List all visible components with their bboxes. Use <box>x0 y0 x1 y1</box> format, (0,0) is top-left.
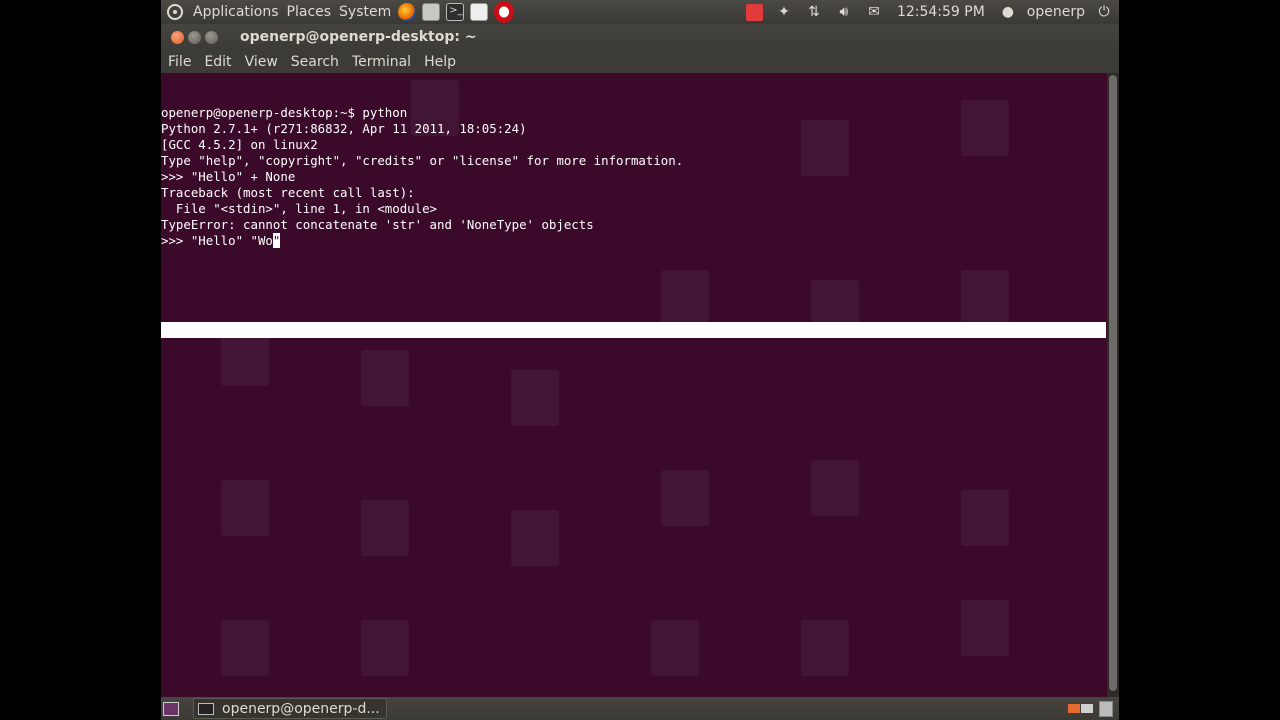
firefox-icon[interactable] <box>398 3 417 21</box>
menu-bar: File Edit View Search Terminal Help <box>161 50 1119 73</box>
terminal-line: >>> "Hello" + None <box>161 169 296 184</box>
scrollbar-thumb[interactable] <box>1109 75 1117 691</box>
terminal-area[interactable]: openerp@openerp-desktop:~$ python Python … <box>161 73 1107 697</box>
terminal-icon[interactable]: >_ <box>446 3 465 21</box>
terminal-line: TypeError: cannot concatenate 'str' and … <box>161 217 594 232</box>
system-menu[interactable]: System <box>335 0 395 24</box>
user-name[interactable]: openerp <box>1023 0 1089 24</box>
maximize-button[interactable] <box>205 30 218 44</box>
mail-icon[interactable]: ✉ <box>865 3 883 21</box>
terminal-line: Python 2.7.1+ (r271:86832, Apr 11 2011, … <box>161 121 527 136</box>
menu-view[interactable]: View <box>239 54 284 70</box>
window-title: openerp@openerp-desktop: ~ <box>240 29 477 45</box>
taskbar-terminal-button[interactable]: openerp@openerp-d... <box>193 698 387 719</box>
terminal-line: File "<stdin>", line 1, in <module> <box>161 201 438 216</box>
clock[interactable]: 12:54:59 PM <box>889 4 993 20</box>
text-cursor: " <box>272 233 281 248</box>
user-status-icon[interactable]: ● <box>999 3 1017 21</box>
ubuntu-logo-icon[interactable] <box>167 4 183 20</box>
workspace-switcher[interactable] <box>1067 704 1093 713</box>
workspace-1[interactable] <box>1068 704 1080 713</box>
menu-search[interactable]: Search <box>285 54 345 70</box>
taskbar-label: openerp@openerp-d... <box>222 700 380 717</box>
menu-terminal[interactable]: Terminal <box>346 54 417 70</box>
dropbox-icon[interactable]: ✦ <box>775 3 793 21</box>
menu-help[interactable]: Help <box>418 54 462 70</box>
calculator-icon[interactable] <box>422 3 441 21</box>
top-panel: Applications Places System >_ ✦ ⇅ 🔊︎ ✉ 1… <box>161 0 1119 24</box>
terminal-line: Traceback (most recent call last): <box>161 185 415 200</box>
volume-icon[interactable]: 🔊︎ <box>835 3 853 21</box>
terminal-scrollbar[interactable] <box>1107 73 1119 697</box>
record-indicator-icon[interactable] <box>745 3 763 21</box>
menu-edit[interactable]: Edit <box>198 54 237 70</box>
text-editor-icon[interactable] <box>470 3 489 21</box>
terminal-line: Type "help", "copyright", "credits" or "… <box>161 153 684 168</box>
terminal-output: openerp@openerp-desktop:~$ python Python … <box>161 89 683 281</box>
menu-file[interactable]: File <box>162 54 197 70</box>
window-titlebar[interactable]: openerp@openerp-desktop: ~ <box>161 24 1119 50</box>
workspace-2[interactable] <box>1081 704 1093 713</box>
terminal-icon <box>198 702 214 715</box>
prompt-input[interactable]: >>> "Hello" "Wo <box>161 233 273 248</box>
terminal-line: [GCC 4.5.2] on linux2 <box>161 137 318 152</box>
terminal-prompt-line[interactable]: >>> "Hello" "Wo" <box>161 233 683 249</box>
show-desktop-icon[interactable] <box>163 701 179 716</box>
close-button[interactable] <box>171 30 184 44</box>
network-icon[interactable]: ⇅ <box>805 3 823 21</box>
trash-icon[interactable] <box>1099 700 1113 717</box>
desktop-screen: Applications Places System >_ ✦ ⇅ 🔊︎ ✉ 1… <box>161 0 1119 720</box>
minimize-button[interactable] <box>188 30 201 44</box>
opera-icon[interactable] <box>494 1 515 23</box>
selection-bar <box>161 322 1106 338</box>
terminal-line: openerp@openerp-desktop:~$ python <box>161 105 408 120</box>
applications-menu[interactable]: Applications <box>189 0 283 24</box>
bottom-panel: openerp@openerp-d... <box>161 697 1119 720</box>
power-icon[interactable]: ⏻ <box>1095 3 1113 21</box>
places-menu[interactable]: Places <box>283 0 336 24</box>
